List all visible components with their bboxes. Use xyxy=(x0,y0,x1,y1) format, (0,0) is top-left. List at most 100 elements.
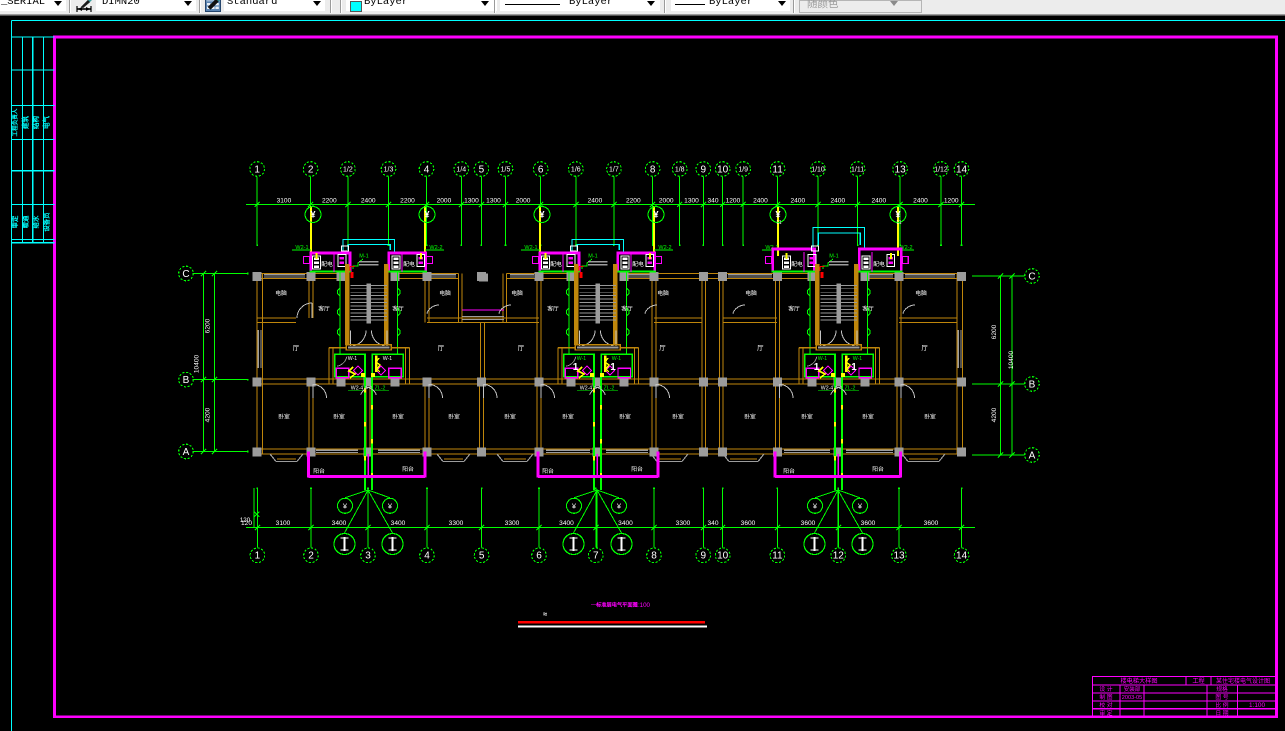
svg-text:1: 1 xyxy=(814,362,820,373)
svg-text:配电: 配电 xyxy=(632,260,644,268)
svg-text:卧室: 卧室 xyxy=(333,413,345,421)
svg-text:2003-05: 2003-05 xyxy=(1122,695,1143,701)
svg-text:3100: 3100 xyxy=(276,520,291,527)
svg-text:¥: ¥ xyxy=(653,210,658,220)
svg-text:阳台: 阳台 xyxy=(631,465,643,473)
svg-text:8: 8 xyxy=(651,551,657,562)
svg-text:厅: 厅 xyxy=(921,344,928,352)
svg-text:阳台: 阳台 xyxy=(313,467,325,475)
svg-text:340: 340 xyxy=(707,197,718,204)
svg-text:配电: 配电 xyxy=(873,260,885,268)
svg-text:1300: 1300 xyxy=(486,197,501,204)
svg-text:设 计: 设 计 xyxy=(1099,685,1112,693)
svg-text:工程负责人: 工程负责人 xyxy=(11,108,19,136)
svg-text:1/8: 1/8 xyxy=(675,167,685,174)
svg-text:7: 7 xyxy=(593,551,599,562)
svg-text:4: 4 xyxy=(424,551,430,562)
svg-text:阳台: 阳台 xyxy=(542,467,554,475)
svg-text:6: 6 xyxy=(536,551,542,562)
svg-text:图 号: 图 号 xyxy=(1215,693,1228,701)
svg-text:9: 9 xyxy=(701,164,707,175)
svg-text:1: 1 xyxy=(851,362,857,373)
svg-text:卧室: 卧室 xyxy=(744,413,756,421)
svg-text:120: 120 xyxy=(240,517,251,524)
svg-text:卧室: 卧室 xyxy=(504,413,516,421)
svg-text:1200: 1200 xyxy=(726,197,741,204)
svg-text:1/6: 1/6 xyxy=(571,167,581,174)
svg-text:暖通: 暖通 xyxy=(21,215,30,228)
svg-text:审 定: 审 定 xyxy=(1099,709,1112,717)
svg-text:校 对: 校 对 xyxy=(1099,701,1112,709)
svg-text:340: 340 xyxy=(707,520,718,527)
svg-text:电脑: 电脑 xyxy=(439,289,451,297)
svg-text:6200: 6200 xyxy=(991,324,998,339)
svg-text:¥: ¥ xyxy=(813,501,818,510)
svg-text:2000: 2000 xyxy=(516,197,531,204)
svg-text:9: 9 xyxy=(701,551,707,562)
svg-text:电脑: 电脑 xyxy=(915,289,927,297)
svg-text:客厅: 客厅 xyxy=(318,305,330,313)
svg-text:1: 1 xyxy=(254,164,260,175)
svg-text:W-1: W-1 xyxy=(348,356,358,362)
svg-text:规格: 规格 xyxy=(1216,685,1228,693)
svg-text:C: C xyxy=(182,269,189,280)
svg-text:厅: 厅 xyxy=(757,344,764,352)
svg-text:2200: 2200 xyxy=(322,197,337,204)
svg-text:≈: ≈ xyxy=(543,610,547,619)
svg-text:3400: 3400 xyxy=(559,520,574,527)
svg-text:M-1: M-1 xyxy=(588,254,597,260)
svg-text:10: 10 xyxy=(717,551,729,562)
svg-text:厅: 厅 xyxy=(438,344,445,352)
svg-text:2: 2 xyxy=(308,164,314,175)
svg-text:卧室: 卧室 xyxy=(862,413,874,421)
svg-text:卧室: 卧室 xyxy=(392,413,404,421)
svg-text:5: 5 xyxy=(479,551,485,562)
svg-text:1/5: 1/5 xyxy=(501,167,511,174)
svg-text:1/3: 1/3 xyxy=(384,167,394,174)
svg-text:1/9: 1/9 xyxy=(738,167,748,174)
svg-text:卧室: 卧室 xyxy=(448,413,460,421)
svg-text:3400: 3400 xyxy=(332,520,347,527)
svg-text:3600: 3600 xyxy=(861,520,876,527)
svg-text:客厅: 客厅 xyxy=(547,305,559,313)
svg-text:厅: 厅 xyxy=(518,344,525,352)
svg-text:配电: 配电 xyxy=(321,260,333,268)
svg-text:1/4: 1/4 xyxy=(456,167,466,174)
svg-text:1/12: 1/12 xyxy=(934,167,948,174)
svg-text:电气: 电气 xyxy=(42,116,51,130)
svg-text:6200: 6200 xyxy=(205,318,212,333)
svg-text:1: 1 xyxy=(255,551,261,562)
svg-text:阳台: 阳台 xyxy=(783,467,795,475)
svg-text:12: 12 xyxy=(833,551,845,562)
svg-text:建筑: 建筑 xyxy=(21,116,30,131)
svg-text:14: 14 xyxy=(956,551,968,562)
svg-text:审定: 审定 xyxy=(10,215,19,228)
svg-text:11: 11 xyxy=(896,220,901,226)
svg-text:¥: ¥ xyxy=(388,501,393,510)
svg-text:M-1: M-1 xyxy=(829,254,838,260)
svg-text:3600: 3600 xyxy=(801,520,816,527)
svg-text:13: 13 xyxy=(893,551,905,562)
svg-text:C: C xyxy=(1028,271,1035,282)
svg-text:给水: 给水 xyxy=(31,215,40,228)
svg-text:1/10: 1/10 xyxy=(811,167,825,174)
svg-text:配电: 配电 xyxy=(550,260,562,268)
svg-text:1:100: 1:100 xyxy=(635,602,651,609)
svg-text:¥: ¥ xyxy=(617,501,622,510)
svg-text:工程: 工程 xyxy=(1192,677,1204,685)
svg-text:1:100: 1:100 xyxy=(1249,702,1265,709)
svg-text:厅: 厅 xyxy=(659,344,666,352)
svg-text:卧室: 卧室 xyxy=(619,413,631,421)
svg-text:¥: ¥ xyxy=(572,501,577,510)
svg-text:1: 1 xyxy=(573,362,579,373)
svg-text:¥: ¥ xyxy=(858,501,863,510)
svg-text:3100: 3100 xyxy=(277,197,292,204)
svg-text:卧室: 卧室 xyxy=(278,413,290,421)
svg-text:标准层电气平面图: 标准层电气平面图 xyxy=(595,601,638,609)
svg-text:1/11: 1/11 xyxy=(851,167,864,174)
svg-text:2400: 2400 xyxy=(830,197,845,204)
svg-text:2200: 2200 xyxy=(626,197,641,204)
svg-text:设备员: 设备员 xyxy=(42,212,51,232)
svg-text:3: 3 xyxy=(365,551,371,562)
svg-text:4: 4 xyxy=(424,164,430,175)
